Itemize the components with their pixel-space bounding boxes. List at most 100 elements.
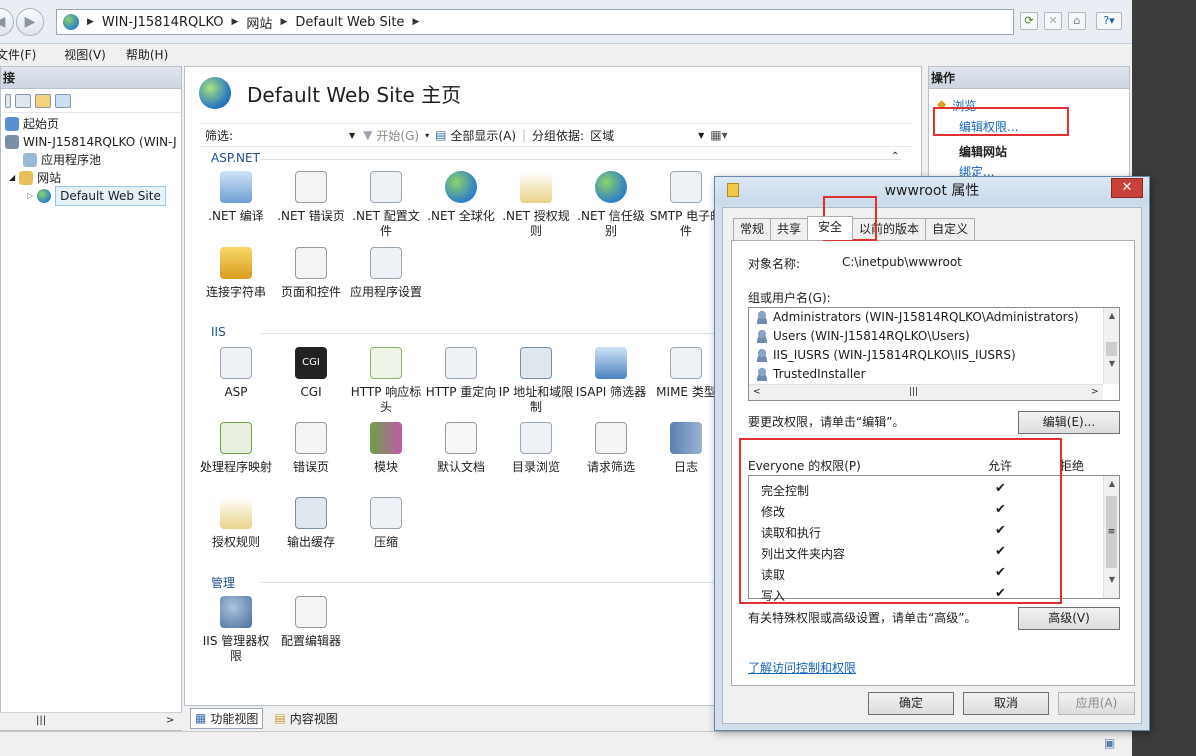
save-icon[interactable] <box>15 93 31 108</box>
users-listbox[interactable]: Administrators (WIN-J15814RQLKO\Administ… <box>748 307 1120 401</box>
allow-check: ✔ <box>995 523 1006 538</box>
address-breadcrumb[interactable]: ▶ WIN-J15814RQLKO ▶ 网站 ▶ Default Web Sit… <box>56 9 1014 35</box>
ok-button[interactable]: 确定 <box>868 692 954 715</box>
feature-net-error-pages[interactable]: .NET 错误页 <box>273 171 349 224</box>
forward-button[interactable]: ▶ <box>16 8 44 36</box>
feature-ip-restrictions[interactable]: IP 地址和域限制 <box>498 347 574 415</box>
feature-handler-mappings[interactable]: 处理程序映射 <box>198 422 274 475</box>
feature-compression[interactable]: 压缩 <box>348 497 424 550</box>
breadcrumb-server[interactable]: WIN-J15814RQLKO <box>102 15 224 30</box>
feature-directory-browsing[interactable]: 目录浏览 <box>498 422 574 475</box>
feature-mime-types[interactable]: MIME 类型 <box>648 347 724 400</box>
feature-error-pages[interactable]: 错误页 <box>273 422 349 475</box>
list-item[interactable]: TrustedInstaller <box>755 367 866 381</box>
connections-hscrollbar[interactable]: ||| > <box>0 712 182 730</box>
back-button[interactable]: ◀ <box>0 8 14 36</box>
users-hscrollbar[interactable]: < ||| > <box>749 384 1103 400</box>
start-dropdown[interactable]: ▾ <box>425 131 429 140</box>
list-item[interactable]: Administrators (WIN-J15814RQLKO\Administ… <box>755 310 1079 324</box>
scroll-thumb[interactable]: ||| <box>909 387 918 397</box>
refresh-icon[interactable]: ⟳ <box>1020 12 1038 30</box>
close-button[interactable]: ✕ <box>1111 178 1143 198</box>
feature-connection-strings[interactable]: 连接字符串 <box>198 247 274 300</box>
view-mode-icon[interactable]: ▦▾ <box>710 128 727 142</box>
feature-net-globalization[interactable]: .NET 全球化 <box>423 171 499 224</box>
feature-asp[interactable]: ASP <box>198 347 274 400</box>
action-browse[interactable]: ◆ 浏览 <box>937 97 976 114</box>
feature-modules[interactable]: 模块 <box>348 422 424 475</box>
learn-access-control-link[interactable]: 了解访问控制和权限 <box>748 659 856 676</box>
feature-app-settings[interactable]: 应用程序设置 <box>348 247 424 300</box>
scroll-down-arrow[interactable]: ▼ <box>1104 356 1120 372</box>
expand-icon[interactable]: ◢ <box>9 169 15 187</box>
users-vscrollbar[interactable]: ▲ ▼ <box>1103 308 1119 384</box>
cancel-button[interactable]: 取消 <box>963 692 1049 715</box>
feature-logging[interactable]: 日志 <box>648 422 724 475</box>
feature-isapi-filters[interactable]: ISAPI 筛选器 <box>573 347 649 400</box>
feature-pages-controls[interactable]: 页面和控件 <box>273 247 349 300</box>
advanced-button[interactable]: 高级(V) <box>1018 607 1120 630</box>
list-item[interactable]: IIS_IUSRS (WIN-J15814RQLKO\IIS_IUSRS) <box>755 348 1016 362</box>
collapse-group-icon[interactable]: ⌃ <box>891 151 899 162</box>
feature-smtp[interactable]: SMTP 电子邮件 <box>648 171 724 239</box>
disconnect-icon[interactable] <box>55 93 71 108</box>
tab-previous-versions[interactable]: 以前的版本 <box>852 218 927 240</box>
scroll-right-arrow[interactable]: > <box>1091 387 1099 397</box>
menu-help[interactable]: 帮助(H) <box>126 46 168 63</box>
dialog-titlebar[interactable]: wwwroot 属性 <box>715 177 1149 205</box>
feature-output-caching[interactable]: 输出缓存 <box>273 497 349 550</box>
menu-file[interactable]: 文件(F) <box>0 46 36 63</box>
dropdown-icon[interactable] <box>5 93 11 108</box>
tab-security[interactable]: 安全 <box>807 216 854 240</box>
start-button[interactable]: 开始(G) <box>376 127 419 144</box>
tab-general[interactable]: 常规 <box>733 218 772 240</box>
feature-config-editor[interactable]: 配置编辑器 <box>273 596 349 649</box>
feature-net-authorization[interactable]: .NET 授权规则 <box>498 171 574 239</box>
scroll-right-arrow[interactable]: > <box>166 715 174 726</box>
folder-icon[interactable] <box>35 93 51 108</box>
stop-icon[interactable]: ✕ <box>1044 12 1062 30</box>
apply-button[interactable]: 应用(A) <box>1058 692 1135 715</box>
scroll-left-arrow[interactable]: < <box>753 387 761 397</box>
scroll-up-arrow[interactable]: ▲ <box>1104 308 1120 324</box>
feature-http-headers[interactable]: HTTP 响应标头 <box>348 347 424 415</box>
show-all-button[interactable]: 全部显示(A) <box>450 127 516 144</box>
scroll-up-arrow[interactable]: ▲ <box>1104 476 1120 492</box>
list-item[interactable]: Users (WIN-J15814RQLKO\Users) <box>755 329 970 343</box>
feature-net-trust[interactable]: .NET 信任级别 <box>573 171 649 239</box>
home-icon[interactable]: ⌂ <box>1068 12 1086 30</box>
feature-cgi[interactable]: CGI CGI <box>273 347 349 400</box>
filter-dropdown[interactable]: ▼ <box>349 131 355 140</box>
tab-features-view[interactable]: ▦ 功能视图 <box>190 707 264 729</box>
tree-default-web-site[interactable]: ▷ Default Web Site <box>27 186 166 206</box>
help-icon[interactable]: ?▾ <box>1096 12 1122 30</box>
feature-http-redirect[interactable]: HTTP 重定向 <box>423 347 499 400</box>
tree-sites[interactable]: ◢ 网站 <box>9 169 61 187</box>
tab-customize[interactable]: 自定义 <box>925 218 976 240</box>
breadcrumb-sites[interactable]: 网站 <box>246 13 272 32</box>
tree-app-pools[interactable]: 应用程序池 <box>23 151 101 169</box>
permissions-vscrollbar[interactable]: ▲ ≡ ▼ <box>1103 476 1119 598</box>
scroll-down-arrow[interactable]: ▼ <box>1104 572 1120 588</box>
action-edit-permissions[interactable]: 编辑权限... <box>959 118 1018 135</box>
feature-iis-manager-permissions[interactable]: IIS 管理器权限 <box>198 596 274 664</box>
edit-button[interactable]: 编辑(E)... <box>1018 411 1120 434</box>
feature-default-document[interactable]: 默认文档 <box>423 422 499 475</box>
dialog-title: wwwroot 属性 <box>884 183 980 199</box>
scroll-thumb[interactable]: ||| <box>36 715 46 726</box>
group-by-select[interactable]: 区域 <box>590 127 698 144</box>
tab-sharing[interactable]: 共享 <box>770 218 809 240</box>
tree-server[interactable]: WIN-J15814RQLKO (WIN-J <box>5 133 177 151</box>
feature-net-compile[interactable]: .NET 编译 <box>198 171 274 224</box>
feature-request-filtering[interactable]: 请求筛选 <box>573 422 649 475</box>
menu-view[interactable]: 视图(V) <box>64 46 106 63</box>
scroll-thumb[interactable]: ≡ <box>1106 496 1117 568</box>
tree-start-page[interactable]: 起始页 <box>5 115 59 133</box>
feature-net-config[interactable]: .NET 配置文件 <box>348 171 424 239</box>
group-by-dropdown[interactable]: ▼ <box>698 131 704 140</box>
collapse-icon[interactable]: ▷ <box>27 187 33 205</box>
breadcrumb-site[interactable]: Default Web Site <box>295 15 404 30</box>
tab-content-view[interactable]: ▤ 内容视图 <box>269 708 342 729</box>
scroll-thumb[interactable] <box>1106 342 1117 356</box>
feature-authorization-rules[interactable]: 授权规则 <box>198 497 274 550</box>
